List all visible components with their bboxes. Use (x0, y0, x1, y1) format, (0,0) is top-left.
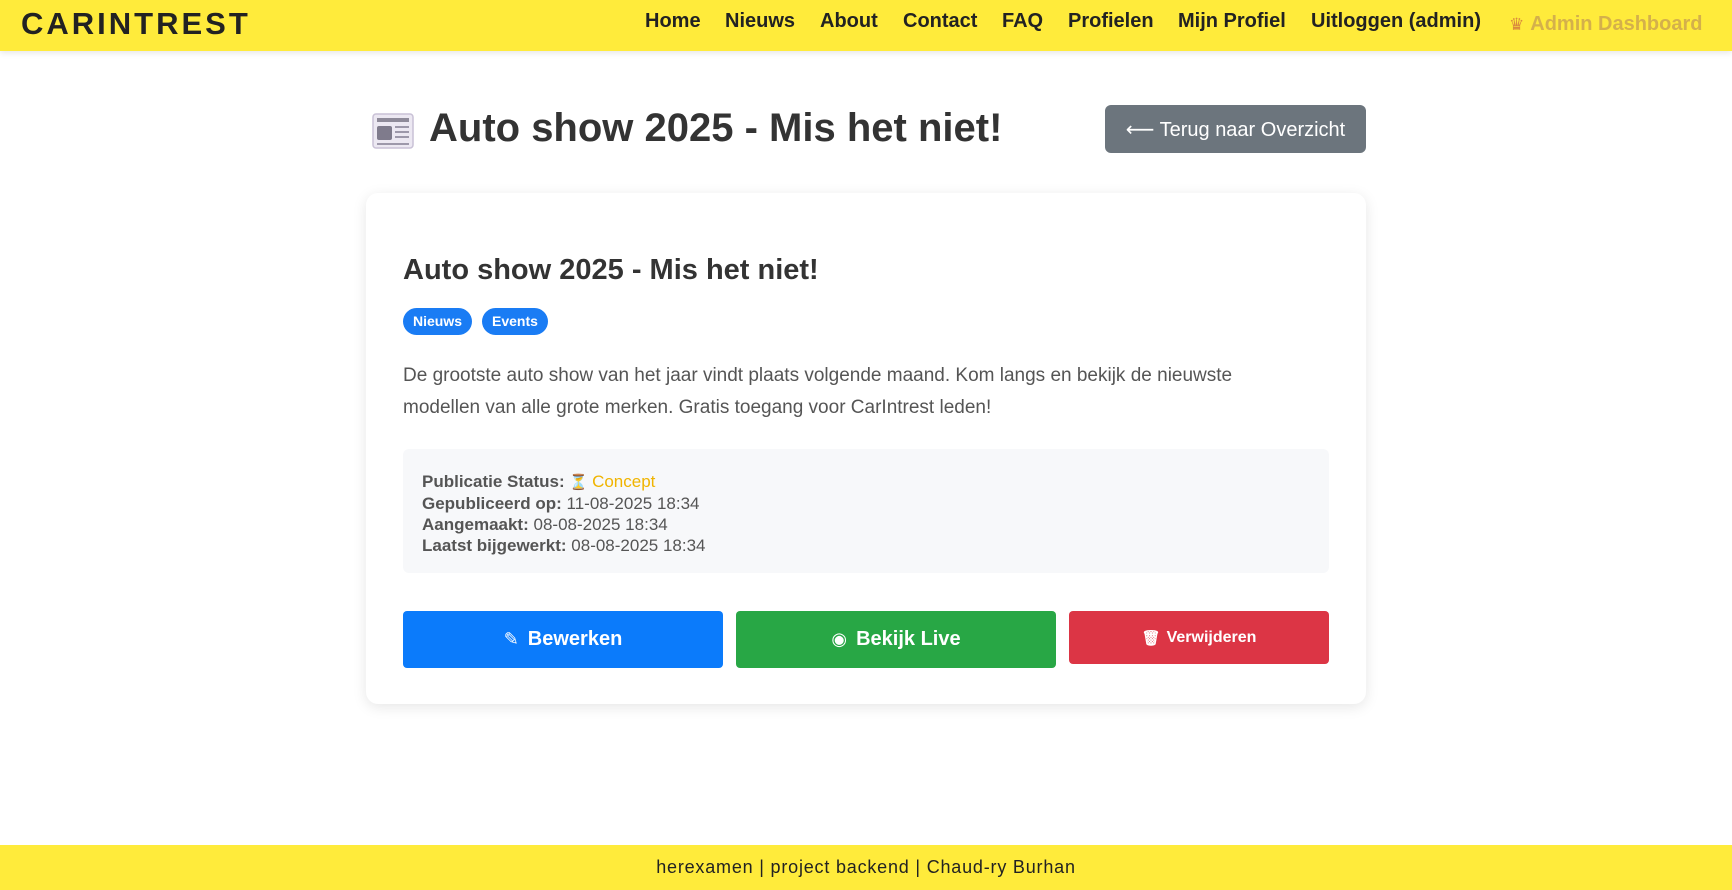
meta-status-label: Publicatie Status: (422, 472, 565, 491)
nav-nieuws[interactable]: Nieuws (725, 10, 795, 33)
meta-created-label: Aangemaakt: (422, 515, 529, 534)
pencil-icon: ✎ (503, 629, 519, 649)
newspaper-icon (372, 113, 414, 149)
publication-meta: Publicatie Status: ⏳ Concept Gepubliceerd… (403, 449, 1329, 573)
site-header: CARINTREST Home Nieuws About Contact FAQ… (0, 0, 1732, 51)
site-footer: herexamen | project backend | Chaud-ry B… (0, 845, 1732, 890)
meta-created-row: Aangemaakt: 08-08-2025 18:34 (422, 514, 706, 535)
eye-icon: ◉ (831, 629, 848, 649)
nav-home[interactable]: Home (645, 10, 701, 33)
status-badge: Concept (592, 472, 656, 491)
trash-icon: 🗑 (1141, 629, 1161, 647)
nav-uitloggen[interactable]: Uitloggen (admin) (1311, 10, 1481, 33)
edit-button[interactable]: ✎ Bewerken (403, 611, 723, 668)
meta-published-label: Gepubliceerd op: (422, 494, 562, 513)
meta-updated-row: Laatst bijgewerkt: 08-08-2025 18:34 (422, 535, 706, 556)
footer-text: herexamen | project backend | Chaud-ry B… (656, 857, 1076, 877)
delete-button-label: Verwijderen (1166, 628, 1257, 646)
edit-button-label: Bewerken (527, 628, 623, 650)
category-badges: Nieuws Events (403, 308, 548, 335)
delete-button[interactable]: 🗑 Verwijderen (1069, 611, 1329, 664)
hourglass-icon: ⏳ (569, 474, 589, 491)
nav-profielen[interactable]: Profielen (1068, 10, 1154, 33)
nav-mijn-profiel[interactable]: Mijn Profiel (1178, 10, 1286, 33)
nav-contact[interactable]: Contact (903, 10, 977, 33)
page-title: Auto show 2025 - Mis het niet! (429, 106, 1003, 150)
meta-published-value: 11-08-2025 18:34 (566, 494, 700, 513)
article-title: Auto show 2025 - Mis het niet! (403, 254, 819, 286)
meta-published-row: Gepubliceerd op: 11-08-2025 18:34 (422, 493, 706, 514)
admin-dashboard-label: Admin Dashboard (1530, 13, 1703, 35)
view-live-button-label: Bekijk Live (856, 628, 961, 650)
main-nav: Home Nieuws About Contact FAQ Profielen … (0, 10, 1732, 40)
nav-about[interactable]: About (820, 10, 878, 33)
back-to-overview-button[interactable]: ⟵ Terug naar Overzicht (1105, 105, 1366, 153)
meta-updated-label: Laatst bijgewerkt: (422, 536, 567, 555)
nav-faq[interactable]: FAQ (1002, 10, 1043, 33)
nav-admin-dashboard[interactable]: ♛ Admin Dashboard (1509, 13, 1703, 36)
article-body: De grootste auto show van het jaar vindt… (403, 365, 1233, 418)
meta-updated-value: 08-08-2025 18:34 (571, 536, 706, 555)
meta-status-row: Publicatie Status: ⏳ Concept (422, 471, 706, 493)
view-live-button[interactable]: ◉ Bekijk Live (736, 611, 1056, 668)
article-card: Auto show 2025 - Mis het niet! Nieuws Ev… (366, 193, 1366, 704)
meta-created-value: 08-08-2025 18:34 (533, 515, 668, 534)
crown-icon: ♛ (1509, 15, 1525, 34)
category-badge: Nieuws (403, 308, 473, 335)
category-badge: Events (482, 308, 548, 335)
